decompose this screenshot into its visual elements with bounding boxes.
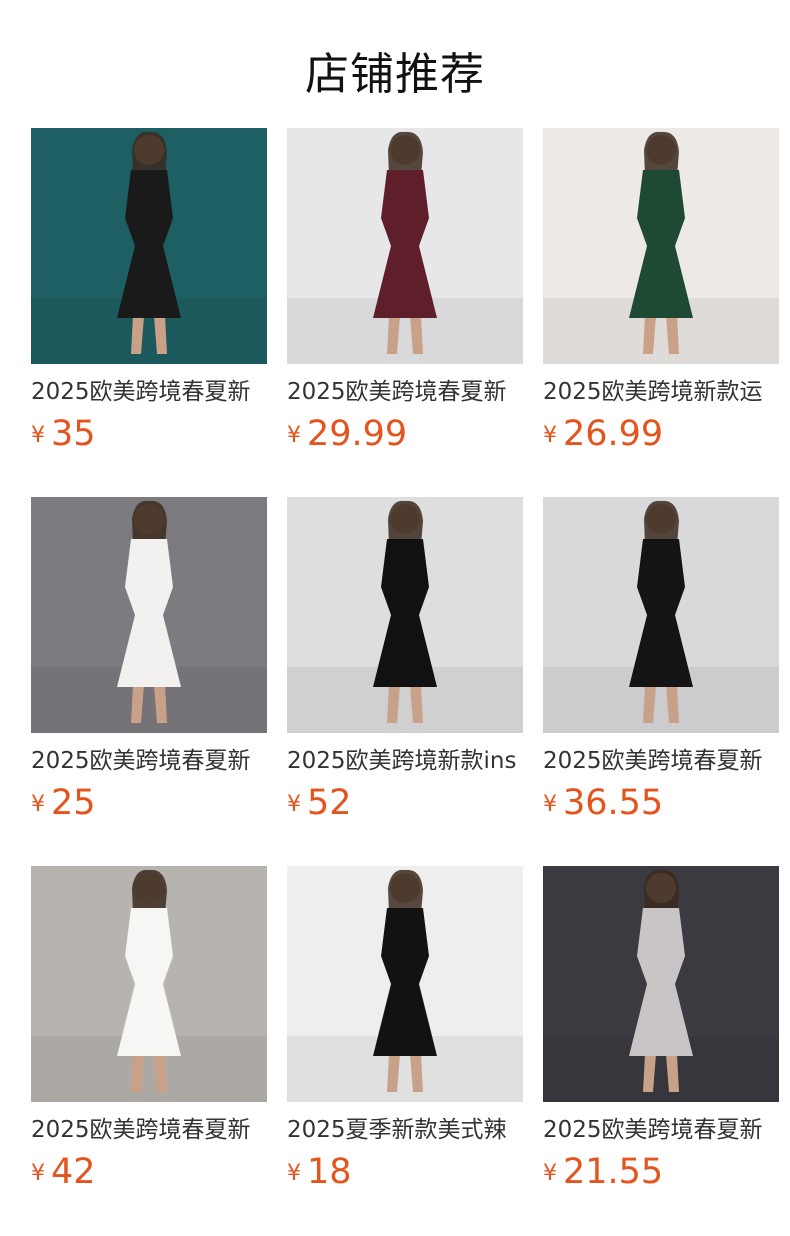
product-price: ¥26.99 [543, 414, 779, 458]
product-card[interactable]: 2025欧美跨境春夏新 ¥42 [31, 866, 267, 1196]
product-price: ¥25 [31, 783, 267, 827]
product-price: ¥21.55 [543, 1152, 779, 1196]
product-name[interactable]: 2025欧美跨境新款ins [287, 745, 523, 777]
currency-symbol: ¥ [31, 792, 45, 817]
price-value: 42 [51, 1152, 96, 1192]
page-title: 店铺推荐 [305, 49, 485, 100]
product-card[interactable]: 2025欧美跨境新款运 ¥26.99 [543, 128, 779, 458]
price-value: 25 [51, 783, 96, 823]
product-card[interactable]: 2025欧美跨境春夏新 ¥25 [31, 497, 267, 827]
product-card[interactable]: 2025夏季新款美式辣 ¥18 [287, 866, 523, 1196]
product-card[interactable]: 2025欧美跨境新款ins ¥52 [287, 497, 523, 827]
product-price: ¥35 [31, 414, 267, 458]
product-name[interactable]: 2025欧美跨境春夏新 [31, 1114, 267, 1146]
price-value: 52 [307, 783, 352, 823]
currency-symbol: ¥ [543, 792, 557, 817]
price-value: 26.99 [563, 414, 664, 454]
currency-symbol: ¥ [287, 792, 301, 817]
black-tank-dress-photo[interactable] [287, 866, 523, 1102]
product-price: ¥52 [287, 783, 523, 827]
product-price: ¥29.99 [287, 414, 523, 458]
currency-symbol: ¥ [543, 423, 557, 448]
product-card[interactable]: 2025欧美跨境春夏新 ¥29.99 [287, 128, 523, 458]
product-card[interactable]: 2025欧美跨境春夏新 ¥21.55 [543, 866, 779, 1196]
price-value: 21.55 [563, 1152, 664, 1192]
green-sport-dress-photo[interactable] [543, 128, 779, 364]
black-off-shoulder-gown-photo[interactable] [287, 497, 523, 733]
product-name[interactable]: 2025欧美跨境春夏新 [543, 745, 779, 777]
grey-ruched-dress-photo[interactable] [543, 866, 779, 1102]
product-name[interactable]: 2025欧美跨境新款运 [543, 376, 779, 408]
currency-symbol: ¥ [287, 1161, 301, 1186]
product-name[interactable]: 2025欧美跨境春夏新 [31, 376, 267, 408]
product-card[interactable]: 2025欧美跨境春夏新 ¥35 [31, 128, 267, 458]
price-value: 36.55 [563, 783, 664, 823]
price-value: 29.99 [307, 414, 408, 454]
black-halter-dress-photo[interactable] [31, 128, 267, 364]
white-long-sleeve-dress-photo[interactable] [31, 866, 267, 1102]
currency-symbol: ¥ [287, 423, 301, 448]
product-price: ¥42 [31, 1152, 267, 1196]
product-name[interactable]: 2025欧美跨境春夏新 [287, 376, 523, 408]
product-name[interactable]: 2025欧美跨境春夏新 [543, 1114, 779, 1146]
price-value: 18 [307, 1152, 352, 1192]
product-price: ¥36.55 [543, 783, 779, 827]
black-bubble-dress-photo[interactable] [543, 497, 779, 733]
product-name[interactable]: 2025欧美跨境春夏新 [31, 745, 267, 777]
product-price: ¥18 [287, 1152, 523, 1196]
currency-symbol: ¥ [31, 1161, 45, 1186]
currency-symbol: ¥ [543, 1161, 557, 1186]
burgundy-maxi-dress-photo[interactable] [287, 128, 523, 364]
price-value: 35 [51, 414, 96, 454]
product-name[interactable]: 2025夏季新款美式辣 [287, 1114, 523, 1146]
currency-symbol: ¥ [31, 423, 45, 448]
white-bodycon-dress-photo[interactable] [31, 497, 267, 733]
product-card[interactable]: 2025欧美跨境春夏新 ¥36.55 [543, 497, 779, 827]
